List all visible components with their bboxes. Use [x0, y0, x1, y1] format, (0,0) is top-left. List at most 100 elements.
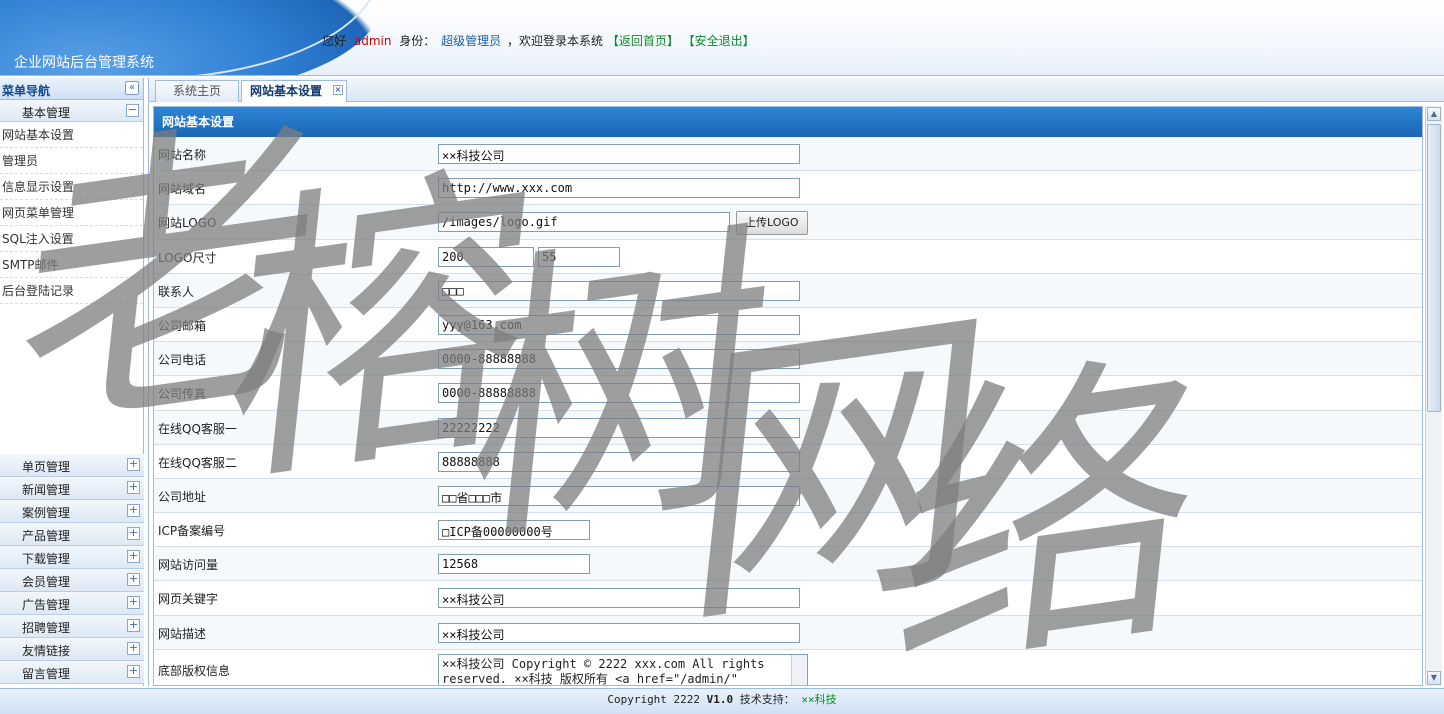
form-row: ICP备案编号 □ICP备00000000号: [154, 513, 1422, 548]
domain-input[interactable]: http://www.xxx.com: [438, 178, 800, 199]
address-input[interactable]: □□省□□□市: [438, 485, 800, 506]
expand-icon[interactable]: +: [127, 573, 140, 586]
form-row: 联系人 □□□: [154, 273, 1422, 308]
footer: Copyright 2222 V1.0 技术支持： ××科技: [0, 688, 1444, 714]
copyright-text: ××科技公司 Copyright © 2222 xxx.com All righ…: [442, 656, 765, 686]
form-row: LOGO尺寸 200 55: [154, 240, 1422, 274]
footer-support-link[interactable]: ××科技: [801, 693, 836, 706]
sidebar-group-downloads[interactable]: 下载管理 +: [0, 546, 144, 569]
form-row: 公司邮箱 yyy@163.com: [154, 308, 1422, 343]
field-label: LOGO尺寸: [158, 250, 217, 265]
tab-site-settings[interactable]: 网站基本设置 ×: [241, 80, 347, 102]
field-label: 公司地址: [158, 489, 207, 504]
collapse-sidebar-icon[interactable]: «: [125, 81, 139, 95]
sidebar-group-basic[interactable]: 基本管理 −: [0, 100, 143, 122]
sidebar-group-label: 产品管理: [22, 529, 71, 543]
sidebar-group-messages[interactable]: 留言管理 +: [0, 661, 144, 684]
sidebar-group-links[interactable]: 友情链接 +: [0, 638, 144, 661]
tab-bar: 系统主页 网站基本设置 ×: [149, 78, 1444, 102]
form-row: 网站LOGO /images/logo.gif 上传LOGO: [154, 205, 1422, 240]
footer-version: V1.0: [706, 693, 734, 706]
sidebar-group-label: 会员管理: [22, 575, 71, 589]
logout-link[interactable]: 【安全退出】: [683, 34, 755, 48]
expand-icon[interactable]: +: [127, 550, 140, 563]
tab-label: 网站基本设置: [250, 84, 323, 98]
expand-icon[interactable]: +: [127, 619, 140, 632]
site-name-input[interactable]: ××科技公司: [438, 144, 800, 164]
sidebar-group-label: 招聘管理: [22, 621, 71, 635]
footer-support-label: 技术支持：: [733, 693, 802, 706]
close-tab-icon[interactable]: ×: [333, 85, 343, 95]
sidebar-item-smtp[interactable]: SMTP邮件: [0, 252, 143, 278]
form-row: 网站描述 ××科技公司: [154, 615, 1422, 650]
contact-input[interactable]: □□□: [438, 280, 800, 301]
field-label: 公司传真: [158, 387, 207, 402]
field-label: 网站域名: [158, 182, 207, 197]
form-row: 网页关键字 ××科技公司: [154, 581, 1422, 616]
icp-input[interactable]: □ICP备00000000号: [438, 520, 590, 541]
upload-logo-button[interactable]: 上传LOGO: [736, 211, 808, 236]
field-label: 网站LOGO: [158, 216, 217, 231]
fax-input[interactable]: 0000-88888888: [438, 383, 800, 404]
main-area: 系统主页 网站基本设置 × 网站基本设置 网站名称 ××科技公司 网站域名 ht…: [148, 78, 1444, 686]
collapse-group-icon[interactable]: −: [126, 104, 139, 117]
sidebar-item-menu-management[interactable]: 网页菜单管理: [0, 200, 143, 226]
expand-icon[interactable]: +: [127, 481, 140, 494]
expand-icon[interactable]: +: [127, 527, 140, 540]
field-label: 公司邮箱: [158, 318, 207, 333]
sidebar-item-admins[interactable]: 管理员: [0, 148, 143, 174]
sidebar-item-sql-injection[interactable]: SQL注入设置: [0, 226, 143, 252]
form-row: 网站域名 http://www.xxx.com: [154, 171, 1422, 206]
greeting-text: 您好: [322, 34, 347, 48]
form-row: 公司电话 0000-88888888: [154, 342, 1422, 377]
sidebar-group-label: 广告管理: [22, 598, 71, 612]
sidebar-group-label: 基本管理: [22, 106, 71, 120]
expand-icon[interactable]: +: [127, 642, 140, 655]
field-label: ICP备案编号: [158, 524, 226, 539]
form-row: 网站名称 ××科技公司: [154, 137, 1422, 172]
sidebar-item-site-settings[interactable]: 网站基本设置: [0, 122, 143, 148]
sidebar-group-jobs[interactable]: 招聘管理 +: [0, 615, 144, 638]
visits-input[interactable]: 12568: [438, 554, 590, 575]
expand-icon[interactable]: +: [127, 665, 140, 678]
sidebar-group-news[interactable]: 新闻管理 +: [0, 477, 144, 500]
logo-path-input[interactable]: /images/logo.gif: [438, 212, 730, 233]
form-row: 公司地址 □□省□□□市: [154, 478, 1422, 514]
form-row: 底部版权信息 ××科技公司 Copyright © 2222 xxx.com A…: [154, 650, 1422, 686]
expand-icon[interactable]: +: [127, 504, 140, 517]
header: 企业网站后台管理系统 您好 admin 身份： 超级管理员 ，欢迎登录本系统 【…: [0, 0, 1444, 76]
sidebar-group-ads[interactable]: 广告管理 +: [0, 592, 144, 615]
logo-height-input[interactable]: 55: [538, 246, 620, 267]
scroll-up-icon[interactable]: ▲: [1427, 107, 1441, 121]
copyright-textarea[interactable]: ××科技公司 Copyright © 2222 xxx.com All righ…: [438, 653, 808, 686]
description-input[interactable]: ××科技公司: [438, 622, 800, 643]
expand-icon[interactable]: +: [127, 596, 140, 609]
sidebar-header: 菜单导航 «: [0, 78, 143, 100]
qq1-input[interactable]: 22222222: [438, 417, 800, 438]
sidebar-item-display-settings[interactable]: 信息显示设置: [0, 174, 143, 200]
sidebar-group-members[interactable]: 会员管理 +: [0, 569, 144, 592]
logo-width-input[interactable]: 200: [438, 246, 534, 267]
scroll-down-icon[interactable]: ▼: [1427, 671, 1441, 685]
welcome-text: ，欢迎登录本系统: [506, 34, 603, 48]
welcome-bar: 您好 admin 身份： 超级管理员 ，欢迎登录本系统 【返回首页】 【安全退出…: [322, 32, 755, 49]
home-link[interactable]: 【返回首页】: [607, 34, 679, 48]
sidebar-group-label: 新闻管理: [22, 483, 71, 497]
email-input[interactable]: yyy@163.com: [438, 314, 800, 335]
sidebar-group-cases[interactable]: 案例管理 +: [0, 500, 144, 523]
tab-system-home[interactable]: 系统主页: [155, 80, 239, 102]
textarea-scrollbar[interactable]: [791, 654, 807, 685]
qq2-input[interactable]: 88888888: [438, 451, 800, 472]
phone-input[interactable]: 0000-88888888: [438, 349, 800, 370]
sidebar: 菜单导航 « 基本管理 − 网站基本设置 管理员 信息显示设置 网页菜单管理 S…: [0, 78, 144, 686]
panel-title: 网站基本设置: [154, 107, 1422, 137]
main-scrollbar[interactable]: ▲ ▼: [1425, 106, 1442, 686]
sidebar-group-label: 友情链接: [22, 644, 71, 658]
sidebar-group-products[interactable]: 产品管理 +: [0, 523, 144, 546]
sidebar-group-label: 留言管理: [22, 667, 71, 681]
sidebar-item-login-log[interactable]: 后台登陆记录: [0, 278, 143, 304]
keywords-input[interactable]: ××科技公司: [438, 588, 800, 609]
expand-icon[interactable]: +: [127, 458, 140, 471]
sidebar-group-pages[interactable]: 单页管理 +: [0, 454, 144, 477]
scrollbar-thumb[interactable]: [1427, 124, 1441, 412]
